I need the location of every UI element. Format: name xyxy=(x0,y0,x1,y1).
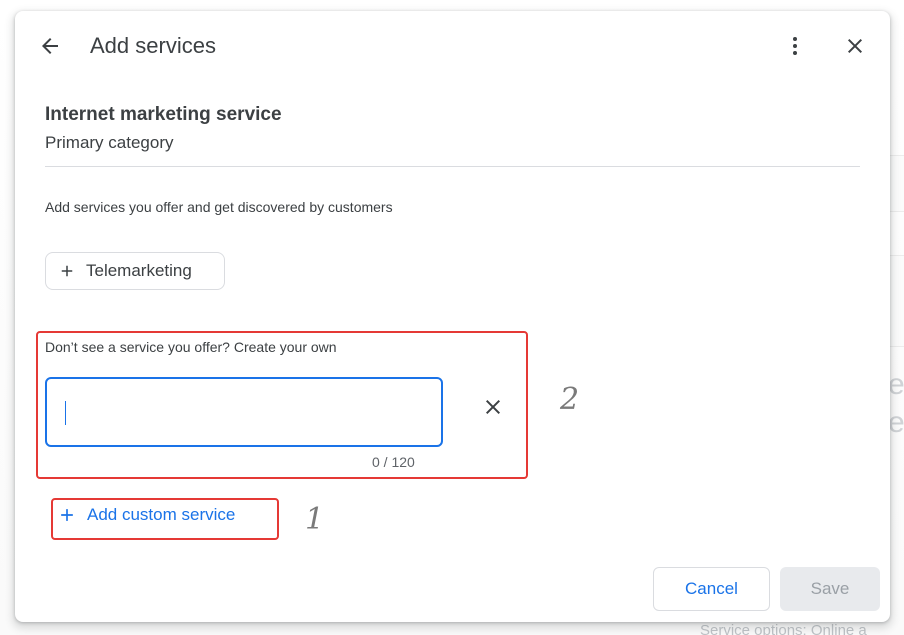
clear-custom-service-button[interactable] xyxy=(475,389,511,425)
dialog-title: Add services xyxy=(90,33,216,58)
category-name: Internet marketing service xyxy=(45,104,282,125)
add-custom-service-label: Add custom service xyxy=(87,505,236,524)
save-button[interactable]: Save xyxy=(780,567,880,611)
service-chip-telemarketing[interactable]: Telemarketing xyxy=(45,252,225,290)
background-service-options-text: Service options: Online a xyxy=(700,622,867,635)
arrow-left-icon xyxy=(42,38,58,54)
character-counter: 0 / 120 xyxy=(372,454,415,470)
divider xyxy=(45,166,860,167)
custom-service-prompt: Don’t see a service you offer? Create yo… xyxy=(45,339,337,355)
back-button[interactable] xyxy=(32,28,68,64)
add-custom-service-button[interactable]: Add custom service xyxy=(57,505,235,525)
close-dialog-button[interactable] xyxy=(837,28,873,64)
text-caret xyxy=(65,401,66,425)
close-icon xyxy=(848,39,862,53)
add-services-dialog: Add services Internet marketing service … xyxy=(15,11,890,622)
annotation-marker-1: 1 xyxy=(305,502,325,537)
more-vert-icon xyxy=(793,37,797,55)
intro-text: Add services you offer and get discovere… xyxy=(45,199,393,215)
custom-service-input[interactable] xyxy=(63,397,427,429)
plus-icon xyxy=(61,265,73,277)
cancel-button[interactable]: Cancel xyxy=(653,567,770,611)
annotation-marker-2: 2 xyxy=(560,382,580,417)
category-label: Primary category xyxy=(45,133,174,152)
service-chip-label: Telemarketing xyxy=(86,261,192,280)
more-options-button[interactable] xyxy=(777,28,813,64)
background-text-fragment: e xyxy=(888,368,904,401)
close-icon xyxy=(486,400,500,414)
custom-service-field[interactable] xyxy=(45,377,443,447)
background-text-fragment: e xyxy=(888,406,904,439)
plus-icon xyxy=(61,509,73,521)
